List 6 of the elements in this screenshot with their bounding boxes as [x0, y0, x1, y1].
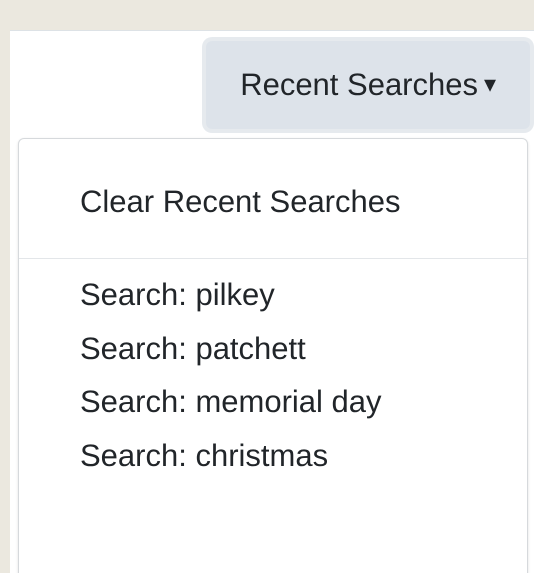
recent-search-item[interactable]: Search: pilkey [80, 275, 275, 315]
recent-search-item[interactable]: Search: christmas [80, 436, 328, 476]
recent-search-item[interactable]: Search: memorial day [80, 382, 382, 422]
recent-search-item[interactable]: Search: patchett [80, 328, 306, 368]
clear-searches-item[interactable]: Clear Recent Searches [80, 182, 400, 222]
recent-searches-button[interactable]: Recent Searches ▾ [206, 41, 530, 129]
